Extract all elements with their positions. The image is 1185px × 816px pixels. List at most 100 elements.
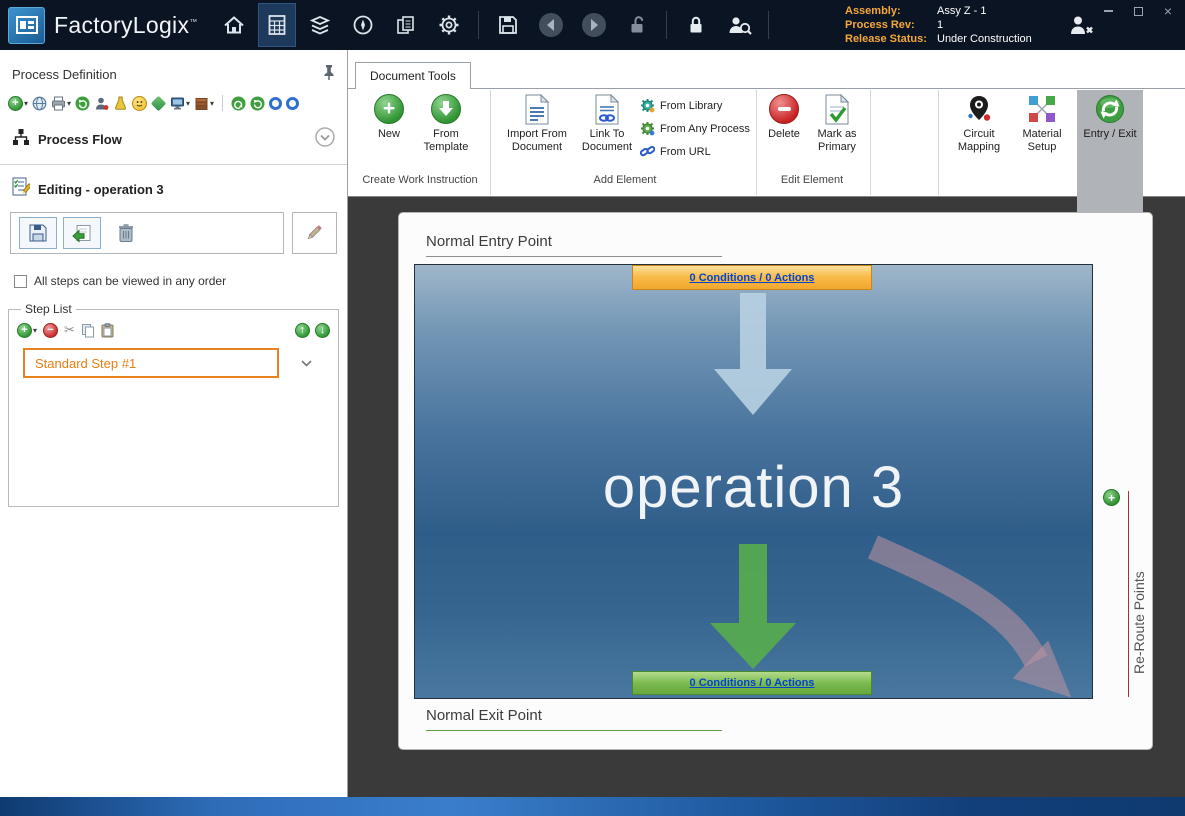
unlock-button[interactable] — [619, 4, 655, 46]
minimize-icon — [1104, 10, 1113, 12]
pin-panel-button[interactable] — [323, 64, 335, 85]
data-stack-button[interactable] — [302, 4, 338, 46]
globe-button[interactable] — [32, 96, 47, 111]
step-type-dropdown[interactable] — [301, 360, 312, 367]
exit-point-underline — [426, 730, 722, 731]
entry-exit-button[interactable]: Entry / Exit — [1077, 90, 1143, 212]
undo-circle-button[interactable] — [231, 96, 246, 111]
settings-gear-button[interactable] — [431, 4, 467, 46]
release-status-value: Under Construction — [937, 32, 1032, 46]
exit-point-label: Normal Exit Point — [426, 707, 542, 724]
process-rev-label: Process Rev: — [845, 18, 937, 32]
up-arrow-icon: ↑ — [295, 323, 310, 338]
maximize-icon — [1134, 7, 1143, 16]
save-button[interactable] — [490, 4, 526, 46]
record-ring-button[interactable] — [269, 97, 282, 110]
back-button[interactable] — [533, 4, 569, 46]
steps-any-order-checkbox[interactable] — [14, 275, 27, 288]
add-reroute-point-button[interactable]: + — [1103, 489, 1120, 506]
from-any-process-button[interactable]: From Any Process — [640, 119, 750, 138]
caret-down-icon: ▾ — [24, 99, 28, 108]
find-user-button[interactable] — [721, 4, 757, 46]
from-template-button[interactable]: From Template — [416, 92, 476, 154]
caret-down-icon: ▾ — [186, 99, 190, 108]
material-grid-icon — [1027, 94, 1057, 124]
down-arrow-icon: ↓ — [315, 323, 330, 338]
recycle-button[interactable] — [75, 96, 90, 111]
entry-conditions-bar[interactable]: 0 Conditions / 0 Actions — [632, 265, 872, 290]
import-step-button[interactable] — [63, 217, 101, 249]
paste-step-button[interactable] — [101, 323, 114, 338]
navigator-compass-button[interactable] — [345, 4, 381, 46]
step-reorder-buttons: ↑ ↓ — [295, 323, 330, 338]
tab-document-tools[interactable]: Document Tools — [355, 62, 471, 89]
app-logo-icon — [8, 7, 45, 44]
document-icon — [524, 94, 550, 125]
step-item-selected[interactable]: Standard Step #1 — [23, 348, 279, 378]
new-work-instruction-button[interactable]: + New — [364, 92, 414, 141]
add-menu-button[interactable]: +▾ — [8, 96, 28, 111]
exit-conditions-bar[interactable]: 0 Conditions / 0 Actions — [632, 671, 872, 695]
documents-button[interactable] — [388, 4, 424, 46]
add-element-small-buttons: From Library From Any Process From URL — [640, 96, 750, 161]
download-circle-icon — [431, 94, 461, 124]
process-flow-row[interactable]: Process Flow — [12, 127, 335, 152]
add-icon: + — [8, 96, 23, 111]
link-to-document-button[interactable]: Link To Document — [578, 92, 636, 154]
exit-conditions-link[interactable]: 0 Conditions / 0 Actions — [690, 677, 815, 689]
info-ring-button[interactable] — [286, 97, 299, 110]
panel-title: Process Definition — [12, 67, 117, 82]
group-label-create: Create Work Instruction — [352, 174, 488, 186]
add-step-button[interactable]: +▾ — [17, 323, 37, 338]
circuit-mapping-button[interactable]: Circuit Mapping — [948, 92, 1010, 154]
entry-conditions-link[interactable]: 0 Conditions / 0 Actions — [690, 272, 815, 284]
smiley-button[interactable] — [132, 96, 147, 111]
person-button[interactable] — [94, 96, 109, 111]
lock-button[interactable] — [678, 4, 714, 46]
delete-step-button[interactable] — [107, 217, 145, 249]
copy-step-button[interactable] — [81, 323, 95, 338]
import-from-document-button[interactable]: Import From Document — [498, 92, 576, 154]
gem-button[interactable] — [151, 96, 166, 111]
step-list-row: Standard Step #1 — [23, 348, 330, 378]
delete-element-button[interactable]: Delete — [762, 92, 806, 141]
group-separator — [938, 90, 939, 195]
from-url-button[interactable]: From URL — [640, 142, 750, 161]
flask-button[interactable] — [113, 96, 128, 111]
redo-circle-button[interactable] — [250, 96, 265, 111]
entry-exit-icon — [1095, 94, 1125, 124]
display-menu-button[interactable]: ▾ — [170, 96, 190, 111]
archive-menu-button[interactable]: ▾ — [194, 96, 214, 111]
mark-as-primary-button[interactable]: Mark as Primary — [808, 92, 866, 154]
scissors-icon: ✂ — [64, 322, 75, 338]
delete-minus-icon — [769, 94, 799, 124]
material-setup-button[interactable]: Material Setup — [1012, 92, 1072, 154]
assembly-info: Assembly: Assy Z - 1 Process Rev: 1 Rele… — [845, 4, 1032, 46]
titlebar: FactoryLogix™ Assembly: Assy Z - 1 Proce… — [0, 0, 1185, 50]
home-button[interactable] — [216, 4, 252, 46]
forward-button[interactable] — [576, 4, 612, 46]
document-tools-ribbon: Document Tools + New From Template Creat… — [348, 50, 1185, 197]
user-logout-button[interactable] — [1067, 12, 1095, 43]
minimize-button[interactable] — [1101, 4, 1115, 18]
from-library-button[interactable]: From Library — [640, 96, 750, 115]
process-rev-value: 1 — [937, 18, 1032, 32]
remove-step-button[interactable]: − — [43, 323, 58, 338]
close-button[interactable]: × — [1161, 4, 1175, 18]
process-editor-button[interactable] — [259, 4, 295, 46]
save-step-button[interactable] — [19, 217, 57, 249]
editing-checklist-icon — [12, 177, 30, 202]
group-separator — [870, 90, 871, 195]
edit-step-button[interactable] — [292, 212, 337, 254]
group-separator — [490, 90, 491, 195]
release-status-label: Release Status: — [845, 32, 937, 46]
cut-step-button[interactable]: ✂ — [64, 322, 75, 338]
process-definition-panel: Process Definition +▾ ▾ ▾ ▾ Process Flow — [0, 50, 348, 797]
move-step-down-button[interactable]: ↓ — [315, 323, 330, 338]
move-step-up-button[interactable]: ↑ — [295, 323, 310, 338]
collapse-panel-button[interactable] — [315, 127, 335, 152]
print-menu-button[interactable]: ▾ — [51, 96, 71, 111]
gem-icon — [151, 95, 167, 111]
panel-toolbar: +▾ ▾ ▾ ▾ — [8, 95, 339, 111]
maximize-button[interactable] — [1131, 4, 1145, 18]
